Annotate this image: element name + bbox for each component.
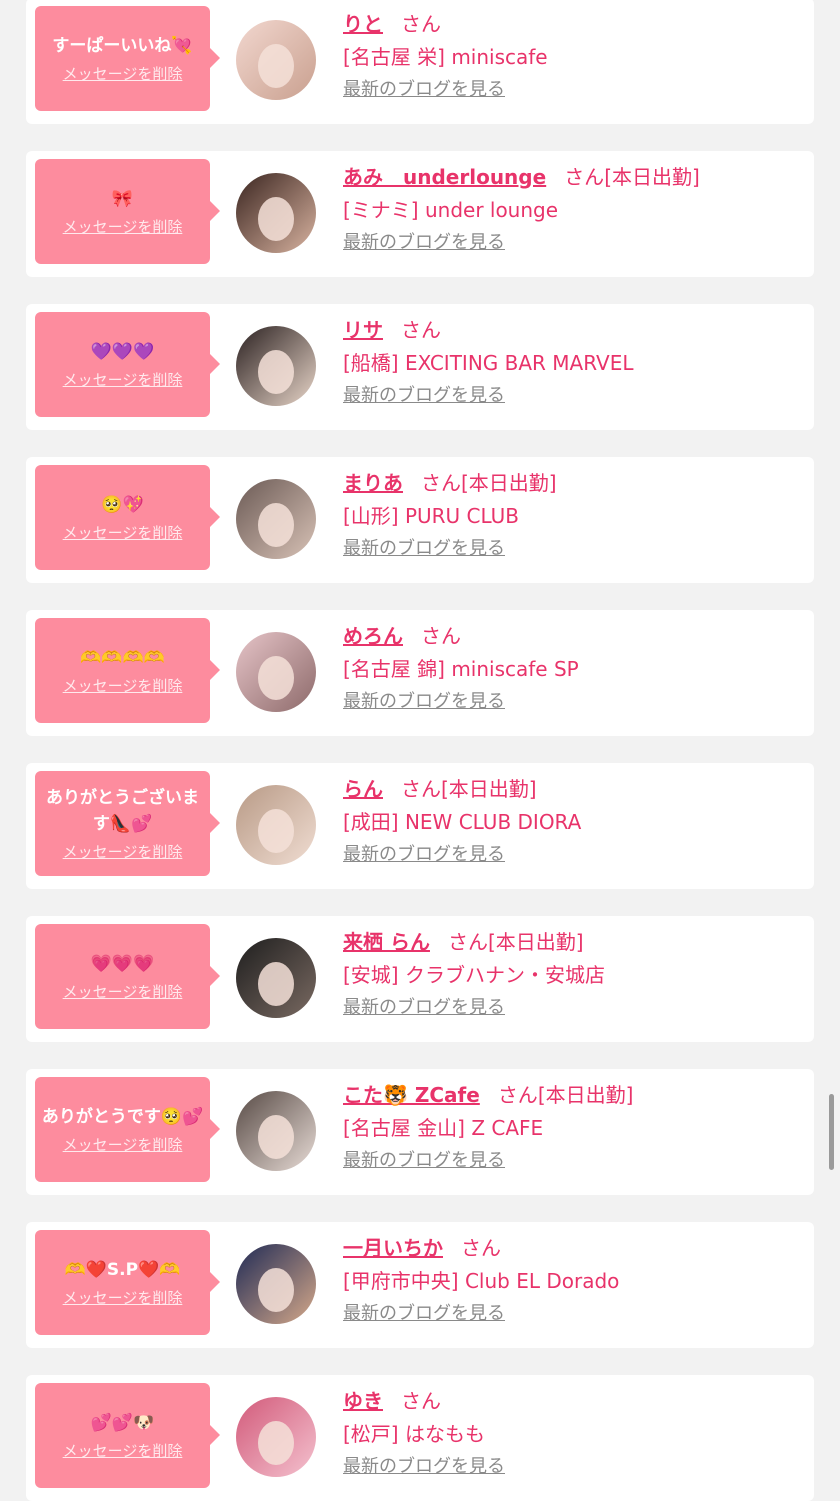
- shop-label: [名古屋 金山] Z CAFE: [343, 1116, 544, 1140]
- honorific: さん: [497, 1083, 538, 1107]
- scrollbar[interactable]: [829, 1094, 834, 1170]
- message-text: すーぱーいいね💘: [52, 36, 193, 56]
- shop-label: [名古屋 栄] miniscafe: [343, 45, 548, 69]
- honorific: さん: [421, 624, 461, 648]
- message-text: 💗💗💗: [90, 954, 155, 974]
- message-card: 🫶❤️S.P❤️🫶 メッセージを削除 一月いちか さん [甲府市中央] Club …: [26, 1222, 814, 1348]
- honorific: さん: [461, 1236, 501, 1260]
- message-bubble: 🫶🫶🫶🫶 メッセージを削除: [35, 618, 220, 723]
- avatar[interactable]: [236, 326, 316, 406]
- delete-message-link[interactable]: メッセージを削除: [63, 369, 183, 390]
- on-duty-badge: [本日出勤]: [604, 165, 700, 189]
- message-text: 🫶❤️S.P❤️🫶: [64, 1260, 181, 1280]
- message-card: 🥺💖 メッセージを削除 まりあ さん[本日出勤] [山形] PURU CLUB 最…: [26, 457, 814, 583]
- delete-message-link[interactable]: メッセージを削除: [63, 1287, 183, 1308]
- message-bubble: すーぱーいいね💘 メッセージを削除: [35, 6, 220, 111]
- on-duty-badge: [本日出勤]: [441, 777, 537, 801]
- sender-name-link[interactable]: あみ underlounge: [343, 165, 546, 189]
- avatar[interactable]: [236, 173, 316, 253]
- sender-name-link[interactable]: リサ: [343, 318, 383, 342]
- sender-name-link[interactable]: 来栖 らん: [343, 930, 430, 954]
- shop-label: [松戸] はなもも: [343, 1422, 485, 1446]
- delete-message-link[interactable]: メッセージを削除: [63, 981, 183, 1002]
- shop-label: [船橋] EXCITING BAR MARVEL: [343, 351, 634, 375]
- message-bubble: 🎀 メッセージを削除: [35, 159, 220, 264]
- delete-message-link[interactable]: メッセージを削除: [63, 841, 183, 862]
- message-bubble: 💗💗💗 メッセージを削除: [35, 924, 220, 1029]
- sender-name-link[interactable]: めろん: [343, 624, 403, 648]
- sender-name-link[interactable]: こた🐯 ZCafe: [343, 1083, 480, 1107]
- shop-label: [山形] PURU CLUB: [343, 504, 520, 528]
- shop-label: [ミナミ] under lounge: [343, 198, 559, 222]
- honorific: さん: [401, 1389, 441, 1413]
- delete-message-link[interactable]: メッセージを削除: [63, 63, 183, 84]
- message-card: 💕💕🐶 メッセージを削除 ゆき さん [松戸] はなもも 最新のブログを見る: [26, 1375, 814, 1501]
- delete-message-link[interactable]: メッセージを削除: [63, 216, 183, 237]
- avatar[interactable]: [236, 785, 316, 865]
- avatar[interactable]: [236, 1091, 316, 1171]
- message-card: 💜💜💜 メッセージを削除 リサ さん [船橋] EXCITING BAR MARV…: [26, 304, 814, 430]
- message-card: ありがとうございます👠💕 メッセージを削除 らん さん[本日出勤] [成田] NE…: [26, 763, 814, 889]
- sender-name-link[interactable]: らん: [343, 777, 383, 801]
- message-bubble: ありがとうです🥺💕 メッセージを削除: [35, 1077, 220, 1182]
- message-text: 🥺💖: [101, 495, 144, 515]
- message-text: ありがとうです🥺💕: [41, 1107, 204, 1127]
- message-bubble: 💕💕🐶 メッセージを削除: [35, 1383, 220, 1488]
- message-text: 💜💜💜: [90, 342, 155, 362]
- honorific: さん: [401, 777, 441, 801]
- shop-label: [成田] NEW CLUB DIORA: [343, 810, 582, 834]
- latest-blog-link[interactable]: 最新のブログを見る: [343, 380, 804, 412]
- honorific: さん: [421, 471, 461, 495]
- latest-blog-link[interactable]: 最新のブログを見る: [343, 1145, 804, 1177]
- on-duty-badge: [本日出勤]: [537, 1083, 634, 1107]
- avatar[interactable]: [236, 938, 316, 1018]
- latest-blog-link[interactable]: 最新のブログを見る: [343, 533, 804, 565]
- sender-name-link[interactable]: ゆき: [343, 1389, 383, 1413]
- latest-blog-link[interactable]: 最新のブログを見る: [343, 227, 804, 259]
- avatar[interactable]: [236, 479, 316, 559]
- delete-message-link[interactable]: メッセージを削除: [63, 1440, 183, 1461]
- latest-blog-link[interactable]: 最新のブログを見る: [343, 839, 804, 871]
- delete-message-link[interactable]: メッセージを削除: [63, 1134, 183, 1155]
- avatar[interactable]: [236, 632, 316, 712]
- delete-message-link[interactable]: メッセージを削除: [63, 522, 183, 543]
- delete-message-link[interactable]: メッセージを削除: [63, 675, 183, 696]
- message-bubble: ありがとうございます👠💕 メッセージを削除: [35, 771, 220, 876]
- message-bubble: 🥺💖 メッセージを削除: [35, 465, 220, 570]
- avatar[interactable]: [236, 1397, 316, 1477]
- avatar[interactable]: [236, 20, 316, 100]
- message-bubble: 🫶❤️S.P❤️🫶 メッセージを削除: [35, 1230, 220, 1335]
- avatar[interactable]: [236, 1244, 316, 1324]
- message-text: 💕💕🐶: [90, 1413, 155, 1433]
- shop-label: [安城] クラブハナン・安城店: [343, 963, 605, 987]
- message-card: ありがとうです🥺💕 メッセージを削除 こた🐯 ZCafe さん[本日出勤] [名古…: [26, 1069, 814, 1195]
- shop-label: [名古屋 錦] miniscafe SP: [343, 657, 579, 681]
- latest-blog-link[interactable]: 最新のブログを見る: [343, 74, 804, 106]
- on-duty-badge: [本日出勤]: [461, 471, 557, 495]
- on-duty-badge: [本日出勤]: [487, 930, 584, 954]
- shop-label: [甲府市中央] Club EL Dorado: [343, 1269, 620, 1293]
- latest-blog-link[interactable]: 最新のブログを見る: [343, 1451, 804, 1483]
- message-card: すーぱーいいね💘 メッセージを削除 りと さん [名古屋 栄] miniscafe…: [26, 0, 814, 124]
- sender-name-link[interactable]: りと: [343, 12, 383, 36]
- honorific: さん: [564, 165, 605, 189]
- honorific: さん: [401, 318, 441, 342]
- latest-blog-link[interactable]: 最新のブログを見る: [343, 1298, 804, 1330]
- honorific: さん: [401, 12, 441, 36]
- message-text: ありがとうございます👠💕: [46, 788, 199, 834]
- message-card: 💗💗💗 メッセージを削除 来栖 らん さん[本日出勤] [安城] クラブハナン・安…: [26, 916, 814, 1042]
- latest-blog-link[interactable]: 最新のブログを見る: [343, 686, 804, 718]
- message-text: 🫶🫶🫶🫶: [80, 648, 165, 668]
- honorific: さん: [447, 930, 488, 954]
- message-bubble: 💜💜💜 メッセージを削除: [35, 312, 220, 417]
- message-card: 🎀 メッセージを削除 あみ underlounge さん[本日出勤] [ミナミ] …: [26, 151, 814, 277]
- message-card: 🫶🫶🫶🫶 メッセージを削除 めろん さん [名古屋 錦] miniscafe SP…: [26, 610, 814, 736]
- message-text: 🎀: [111, 189, 134, 209]
- latest-blog-link[interactable]: 最新のブログを見る: [343, 992, 804, 1024]
- sender-name-link[interactable]: まりあ: [343, 471, 403, 495]
- sender-name-link[interactable]: 一月いちか: [343, 1236, 443, 1260]
